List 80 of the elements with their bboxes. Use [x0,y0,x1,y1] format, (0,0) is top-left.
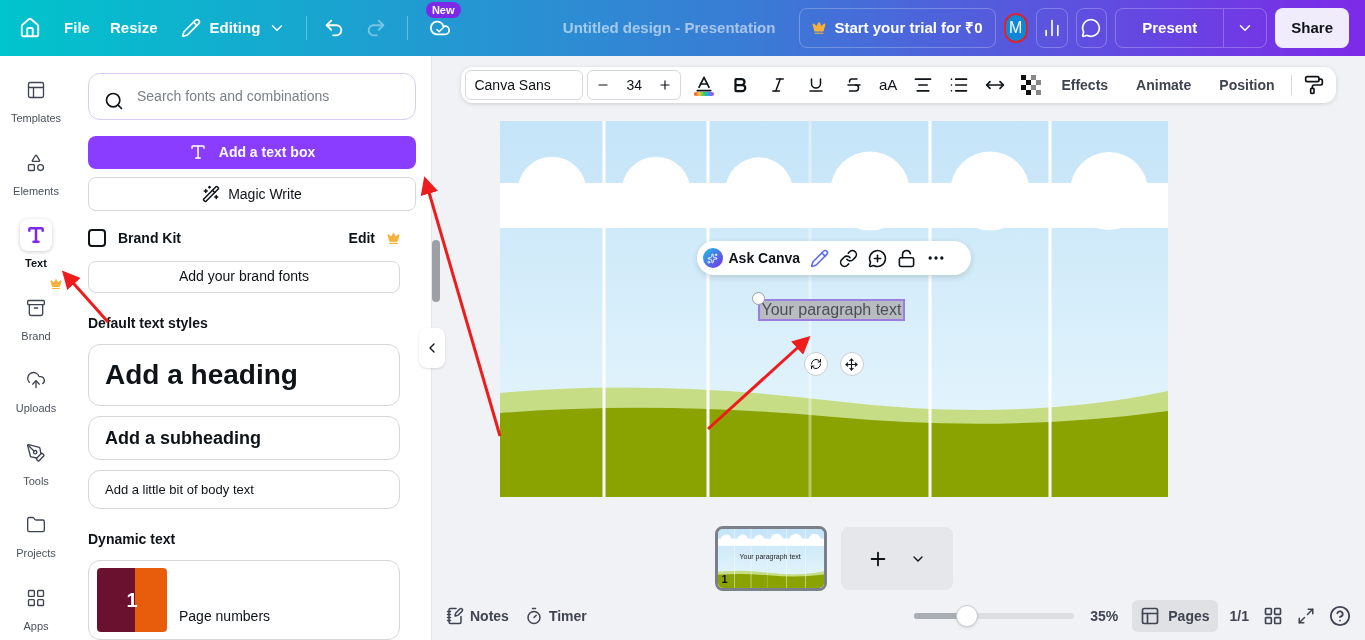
new-badge: New [425,2,461,18]
crown-icon [50,277,62,290]
sidebar-item[interactable]: Uploads [0,364,72,417]
list-icon[interactable] [949,75,970,95]
add-brand-fonts-button[interactable]: Add your brand fonts [88,260,400,293]
timer-icon [524,607,543,625]
transparency-icon[interactable] [1021,75,1042,95]
paint-roller-icon[interactable] [1303,75,1324,95]
notes-icon [446,607,464,625]
link-icon[interactable] [839,248,859,268]
page-number: 1 [721,571,728,587]
crown-icon [387,231,400,245]
underline-icon[interactable] [807,76,826,94]
section-title: Brand Kit [118,228,182,248]
sidebar-item[interactable]: Tools [0,436,72,489]
page-count: 1/1 [1229,606,1249,626]
section-title: Dynamic text [88,530,177,549]
font-size-field[interactable]: 34 [626,74,643,96]
grid-view-icon[interactable] [1263,606,1283,626]
notes-button[interactable]: Notes [446,605,509,627]
sidebar-item[interactable]: Templates [0,74,72,127]
text-icon [188,143,207,162]
share-button[interactable]: Share [1275,8,1349,48]
paragraph-text-box[interactable]: Your paragraph text [757,299,906,321]
magic-wand-icon [202,185,221,204]
scrollbar-thumb[interactable] [432,240,440,302]
sidebar-item[interactable]: Apps [0,581,72,634]
text-style-button[interactable]: Add a little bit of body text [88,470,400,509]
templates-icon [26,80,46,100]
text-style-button[interactable]: Add a subheading [88,416,400,460]
sidebar-item[interactable]: Elements [0,146,72,199]
pages-button[interactable]: Pages [1132,600,1218,632]
toolbar-button[interactable]: Effects [1053,74,1117,96]
zoom-slider[interactable] [914,604,1075,628]
analytics-icon[interactable] [1035,8,1068,48]
align-center-icon[interactable] [913,75,934,95]
section-title: Default text styles [88,314,209,333]
fullscreen-icon[interactable] [1297,607,1315,625]
sidebar-item[interactable]: Text [0,219,72,272]
tools-icon [26,442,46,463]
text-icon [26,225,46,245]
pencil-icon [181,18,202,38]
search-field[interactable]: Search fonts and combinations [88,73,416,120]
ask-canva-button[interactable]: Ask Canva [702,247,801,269]
collapse-panel-button[interactable] [419,328,445,368]
trial-button[interactable]: Start your trial for ₹0 [799,8,996,48]
comment-icon[interactable] [1075,8,1108,48]
canva-logo-icon [702,248,723,268]
zoom-reading: 35% [1090,606,1119,626]
avatar[interactable]: M [1003,13,1028,43]
timer-button[interactable]: Timer [524,605,587,627]
brand-icon [26,297,46,318]
search-icon [104,91,124,111]
help-icon[interactable] [1329,605,1351,627]
page-number-icon: 1 [97,568,167,632]
toolbar-button[interactable]: Animate [1128,74,1200,96]
crown-icon [812,21,827,35]
font-dropdown[interactable]: Canva Sans [465,70,584,100]
uploads-icon [26,370,46,390]
text-style-button[interactable]: Add a heading [88,344,400,406]
elements-icon [26,152,46,173]
add-text-box-button[interactable]: Add a text box [88,135,416,170]
plus-icon[interactable] [658,78,673,92]
sidebar-item[interactable]: Projects [0,509,72,562]
magic-pencil-icon[interactable] [810,248,830,268]
letter-case-button[interactable]: aA [879,73,898,97]
slide[interactable]: Ask Canva Your paragraph text [499,121,1168,497]
edit-link[interactable]: Edit [348,227,375,249]
sidebar-item[interactable]: Brand [0,291,72,344]
text-color-icon[interactable] [693,74,716,96]
pages-icon [1140,606,1161,626]
brand-kit-icon [88,229,106,248]
magic-write-button[interactable]: Magic Write [88,177,416,211]
page-numbers-card[interactable]: 1 Page numbers [88,560,400,640]
apps-icon [26,587,46,608]
lock-icon[interactable] [897,248,917,268]
projects-icon [26,515,46,535]
strikethrough-icon[interactable] [845,76,864,94]
toolbar-button[interactable]: Position [1211,74,1283,96]
add-comment-icon[interactable] [868,248,888,268]
